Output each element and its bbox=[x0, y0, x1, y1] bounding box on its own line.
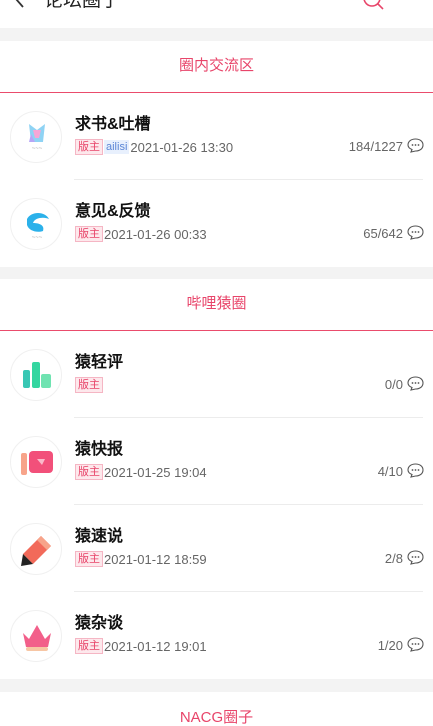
forum-avatar bbox=[10, 610, 62, 662]
post-count: 1/20 bbox=[377, 638, 403, 653]
last-post-time: 2021-01-26 13:30 bbox=[130, 139, 234, 155]
forum-name: 猿轻评 bbox=[75, 354, 124, 371]
moderator-badge: 版主 bbox=[75, 638, 103, 654]
forum-item-speed-talk[interactable]: 猿速说 版主 2021-01-12 18:59 2/8 bbox=[0, 505, 433, 592]
forum-item-request-books[interactable]: ~~~ 求书&吐槽 版主 ailisi 2021-01-26 13:30 184… bbox=[0, 93, 433, 180]
moderator-badge: 版主 bbox=[75, 139, 103, 155]
forum-meta: 版主 2021-01-12 18:59 bbox=[75, 551, 207, 567]
moderator-badge: 版主 bbox=[75, 551, 103, 567]
forum-item-feedback[interactable]: ~~~ 意见&反馈 版主 2021-01-26 00:33 65/642 bbox=[0, 180, 433, 267]
moderator-badge: 版主 bbox=[75, 377, 103, 393]
forum-avatar bbox=[10, 436, 62, 488]
section-title: 哔哩猿圈 bbox=[186, 295, 247, 312]
comment-icon bbox=[407, 225, 424, 240]
section-title: NACG圈子 bbox=[179, 709, 254, 726]
forum-meta: 版主 ailisi 2021-01-26 13:30 bbox=[75, 139, 233, 155]
menu-icon[interactable] bbox=[401, 0, 425, 12]
forum-avatar: ~~~ bbox=[10, 198, 62, 250]
comment-icon bbox=[407, 376, 424, 391]
last-post-time: 2021-01-12 18:59 bbox=[104, 551, 207, 567]
section-title: 圈内交流区 bbox=[178, 57, 254, 74]
forum-avatar bbox=[10, 523, 62, 575]
last-post-time: 2021-01-12 19:01 bbox=[104, 638, 207, 654]
comment-icon bbox=[407, 550, 424, 565]
comment-icon bbox=[407, 637, 424, 652]
last-post-time: 2021-01-25 19:04 bbox=[104, 464, 207, 480]
moderator-badge: 版主 bbox=[75, 464, 103, 480]
top-bar: 论坛圈子 bbox=[0, 0, 433, 28]
comment-icon bbox=[407, 138, 424, 153]
post-count: 65/642 bbox=[363, 226, 403, 241]
section-header-bili-monkey: 哔哩猿圈 bbox=[0, 279, 433, 331]
svg-text:~~~: ~~~ bbox=[32, 235, 43, 241]
forum-meta: 版主 2021-01-12 19:01 bbox=[75, 638, 207, 654]
forum-item-light-review[interactable]: 猿轻评 版主 0/0 bbox=[0, 331, 433, 418]
forum-name: 求书&吐槽 bbox=[75, 116, 151, 133]
section-list-exchange: ~~~ 求书&吐槽 版主 ailisi 2021-01-26 13:30 184… bbox=[0, 93, 433, 267]
post-count: 0/0 bbox=[384, 377, 403, 392]
forum-meta: 版主 2021-01-25 19:04 bbox=[75, 464, 207, 480]
forum-name: 意见&反馈 bbox=[75, 203, 151, 220]
search-icon[interactable] bbox=[362, 0, 384, 12]
forum-item-misc-chat[interactable]: 猿杂谈 版主 2021-01-12 19:01 1/20 bbox=[0, 592, 433, 679]
page-title: 论坛圈子 bbox=[44, 0, 121, 11]
forum-meta: 版主 bbox=[75, 377, 104, 393]
forum-name: 猿杂谈 bbox=[75, 615, 124, 632]
post-count: 4/10 bbox=[377, 464, 403, 479]
forum-name: 猿速说 bbox=[75, 528, 124, 545]
post-count: 2/8 bbox=[384, 551, 403, 566]
forum-avatar bbox=[10, 349, 62, 401]
forum-name: 猿快报 bbox=[75, 441, 124, 458]
comment-icon bbox=[407, 463, 424, 478]
section-list-bili-monkey: 猿轻评 版主 0/0 猿快报 版主 2021-01-25 19:04 4/10 bbox=[0, 331, 433, 679]
section-header-nacg: NACG圈子 bbox=[0, 692, 433, 726]
section-header-exchange: 圈内交流区 bbox=[0, 41, 433, 93]
forum-avatar: ~~~ bbox=[10, 111, 62, 163]
back-arrow-icon[interactable] bbox=[13, 0, 27, 10]
forum-meta: 版主 2021-01-26 00:33 bbox=[75, 226, 207, 242]
svg-text:~~~: ~~~ bbox=[32, 146, 43, 152]
last-post-time: 2021-01-26 00:33 bbox=[104, 226, 207, 242]
moderator-username[interactable]: ailisi bbox=[104, 140, 130, 154]
moderator-badge: 版主 bbox=[75, 226, 103, 242]
post-count: 184/1227 bbox=[348, 139, 403, 154]
forum-item-quick-news[interactable]: 猿快报 版主 2021-01-25 19:04 4/10 bbox=[0, 418, 433, 505]
